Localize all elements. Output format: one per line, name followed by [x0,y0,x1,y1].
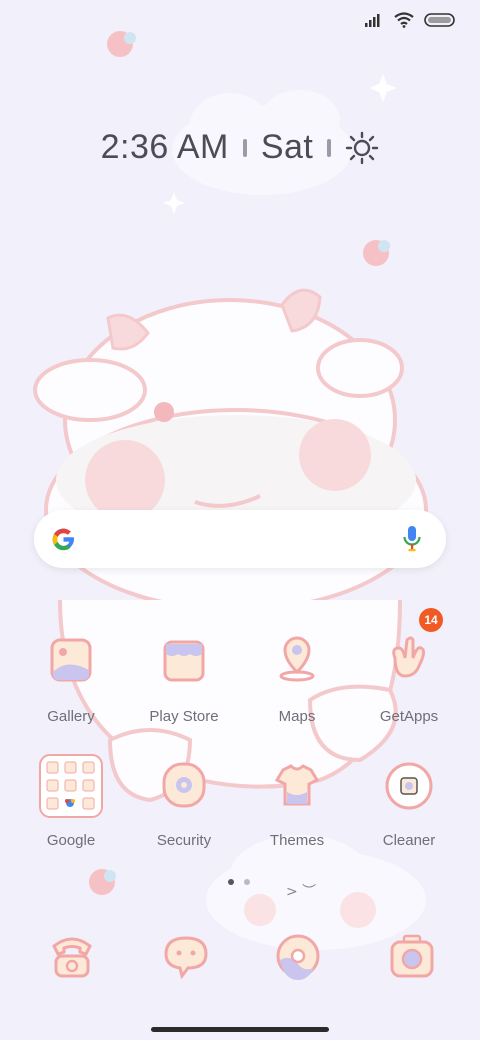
battery-icon [424,13,455,27]
folder-icon [39,754,103,818]
app-label: Gallery [47,708,95,725]
cleaner-icon [385,762,433,810]
page-dot [244,879,250,885]
signal-bars-icon [365,14,380,27]
separator [242,138,247,157]
app-label: Play Store [149,708,219,725]
app-label: Maps [278,708,316,725]
google-g-icon [52,528,74,551]
svg-text:> ︶: > ︶ [286,884,316,900]
app-label: Cleaner [382,832,436,849]
browser-icon[interactable] [268,926,328,986]
app-label: Security [156,832,212,849]
wifi-icon [394,12,414,28]
security-icon [162,762,206,808]
status-bar [364,12,456,28]
app-label: GetApps [379,708,439,725]
app-cleaner[interactable]: Cleaner [354,754,464,849]
play-store-icon [163,640,205,682]
app-security[interactable]: Security [129,754,239,849]
getapps-icon [392,636,426,678]
clock-widget[interactable]: 2:36 AM Sat [0,128,480,167]
page-indicator[interactable] [228,879,250,885]
clock-time: 2:36 AM [100,128,229,166]
app-gallery[interactable]: Gallery [16,630,126,725]
camera-icon[interactable] [382,926,442,986]
separator [327,138,332,157]
gallery-icon [50,638,92,682]
google-search-bar[interactable] [34,510,446,568]
clock-day: Sat [260,128,314,166]
app-maps[interactable]: Maps [242,630,352,725]
notification-badge: 14 [419,608,443,632]
gesture-home-bar[interactable] [151,1027,329,1032]
sun-icon [346,131,379,164]
app-getapps[interactable]: 14 GetApps [354,608,464,725]
app-label: Google [46,832,96,849]
app-themes[interactable]: Themes [242,754,352,849]
folder-google[interactable]: Google [16,754,126,849]
page-dot-active [228,879,234,885]
phone-icon[interactable] [42,926,102,986]
microphone-icon[interactable] [402,525,422,553]
app-play-store[interactable]: Play Store [129,630,239,725]
themes-icon [274,764,320,806]
messages-icon[interactable] [156,926,216,986]
maps-icon [279,636,315,682]
app-label: Themes [269,832,325,849]
